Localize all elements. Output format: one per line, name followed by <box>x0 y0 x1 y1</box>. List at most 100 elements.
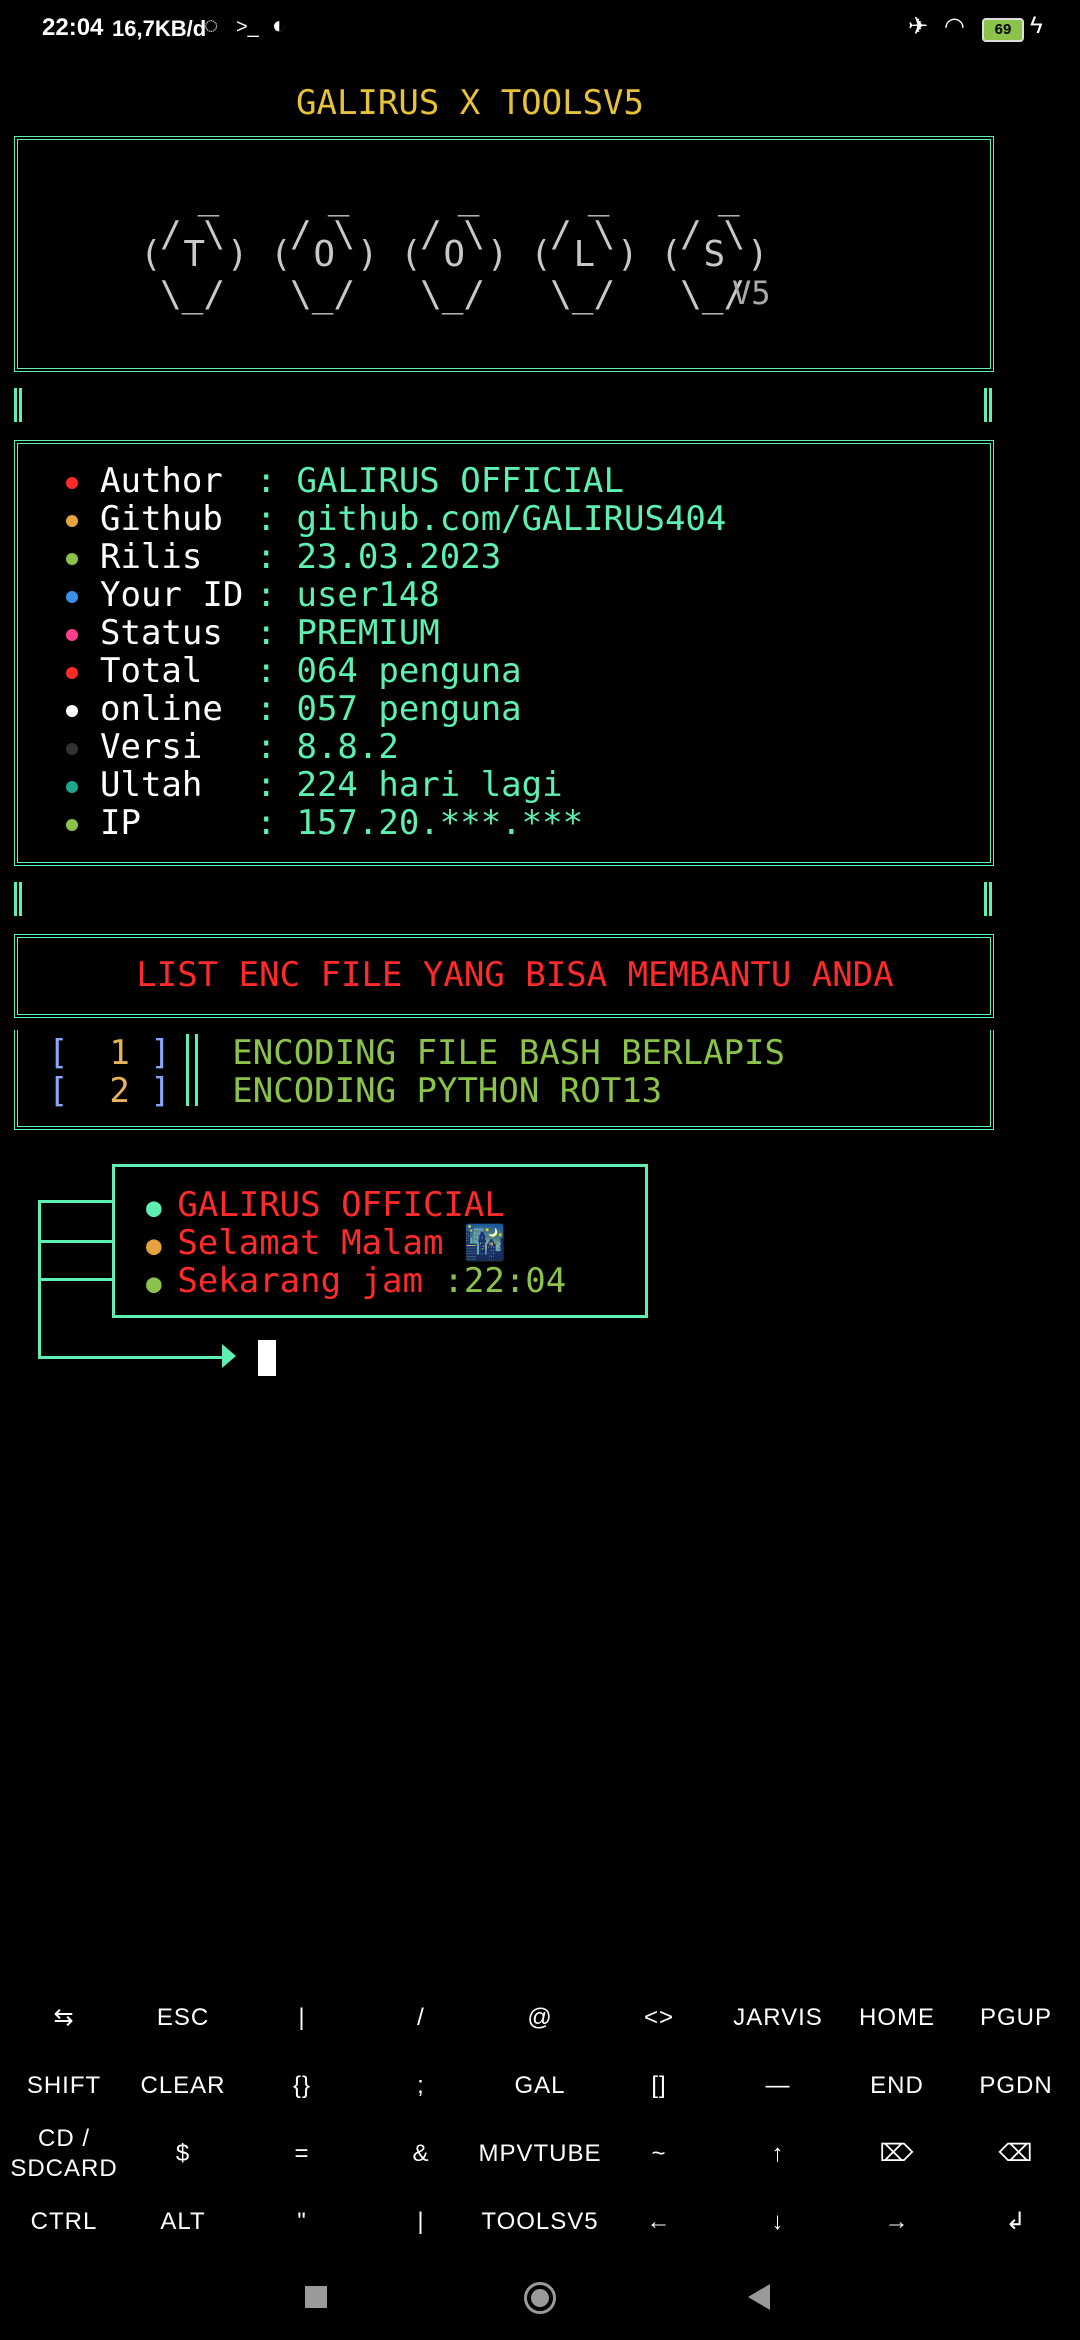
whatsapp-icon: ◌ <box>204 12 219 39</box>
bullet-icon <box>66 552 78 565</box>
info-separator: : <box>256 575 277 615</box>
extra-key[interactable]: MPVTUBE <box>479 2120 601 2188</box>
extra-key[interactable]: | <box>361 2188 481 2256</box>
extra-key[interactable]: = <box>242 2120 362 2188</box>
info-separator: : <box>256 803 277 843</box>
extra-key[interactable]: / <box>361 1984 481 2052</box>
recent-apps-icon[interactable] <box>305 2286 327 2308</box>
extra-key[interactable]: [] <box>599 2052 719 2120</box>
frame-connector <box>14 882 22 916</box>
menu-item[interactable]: [ 1 ] ENCODING FILE BASH BERLAPIS <box>48 1034 785 1072</box>
charging-icon: ϟ <box>1030 12 1043 39</box>
frame-connector <box>984 882 992 916</box>
battery-icon: 69 <box>982 18 1024 42</box>
info-row: Status: PREMIUM <box>66 614 440 652</box>
terminal-icon: >_ <box>236 16 259 38</box>
extra-key[interactable]: ⇆ <box>4 1984 124 2052</box>
extra-key[interactable]: ← <box>599 2188 719 2256</box>
info-row: Ultah:224 hari lagi <box>66 766 563 804</box>
info-separator: : <box>256 499 277 539</box>
info-label: Github <box>100 499 223 539</box>
info-value: 057 penguna <box>296 689 522 729</box>
extra-key[interactable]: ↲ <box>956 2188 1076 2256</box>
menu-number: 1 <box>109 1033 130 1073</box>
info-value: user148 <box>296 575 440 615</box>
extra-key[interactable]: HOME <box>837 1984 957 2052</box>
extra-key[interactable]: PGUP <box>956 1984 1076 2052</box>
info-label: Ultah <box>100 765 203 805</box>
info-label: IP <box>100 803 141 843</box>
extra-key[interactable]: ⌫ <box>956 2120 1076 2188</box>
extra-key[interactable]: ESC <box>123 1984 243 2052</box>
airplane-icon: ✈ <box>908 13 929 40</box>
info-value: 157.20.***.*** <box>296 803 584 843</box>
info-separator: : <box>256 689 277 729</box>
info-value: PREMIUM <box>296 613 440 653</box>
info-value: 8.8.2 <box>296 727 399 767</box>
extra-key[interactable]: " <box>242 2188 362 2256</box>
logo-line: \_/ \_/ \_/ \_/ \_/ <box>160 274 746 315</box>
extra-key[interactable]: ~ <box>599 2120 719 2188</box>
wifi-icon: ◠ <box>944 13 965 40</box>
extra-key[interactable]: TOOLSV5 <box>480 2188 600 2256</box>
menu-item[interactable]: [ 2 ] ENCODING PYTHON ROT13 <box>48 1072 662 1110</box>
info-row: Rilis:23.03.2023 <box>66 538 501 576</box>
extra-key[interactable]: GAL <box>480 2052 600 2120</box>
logo-line: _ _ _ _ _ <box>176 176 740 217</box>
back-icon[interactable] <box>748 2284 770 2310</box>
greeting-line: ● Sekarang jam :22:04 <box>146 1261 567 1301</box>
extra-key[interactable]: END <box>837 2052 957 2120</box>
extra-key[interactable]: CD / SDCARD <box>4 2120 124 2188</box>
bullet-icon <box>66 628 78 641</box>
bullet-icon <box>66 476 78 489</box>
info-value: GALIRUS OFFICIAL <box>296 461 624 501</box>
info-label: online <box>100 689 223 729</box>
info-row: Github: github.com/GALIRUS404 <box>66 500 726 538</box>
extra-key[interactable]: SHIFT <box>4 2052 124 2120</box>
extra-key[interactable]: <> <box>599 1984 719 2052</box>
menu-text: ENCODING FILE BASH BERLAPIS <box>232 1033 785 1073</box>
extra-key[interactable]: PGDN <box>956 2052 1076 2120</box>
bullet-icon <box>66 742 78 755</box>
extra-key[interactable]: ⌦ <box>837 2120 957 2188</box>
extra-keys-bar: ⇆ ESC | / @ <> JARVIS HOME PGUP SHIFT CLEAR{}; GAL[… <box>0 1984 1080 2256</box>
extra-key[interactable]: — <box>718 2052 838 2120</box>
extra-key[interactable]: ; <box>361 2052 481 2120</box>
info-value: 064 penguna <box>296 651 522 691</box>
network-speed: 16,7KB/d <box>112 16 207 41</box>
extra-key[interactable]: CTRL <box>4 2188 124 2256</box>
frame-connector <box>984 388 992 422</box>
info-row: IP:157.20.***.*** <box>66 804 583 842</box>
info-separator: : <box>256 651 277 691</box>
extra-key[interactable]: → <box>837 2188 957 2256</box>
info-row: Total:064 penguna <box>66 652 522 690</box>
extra-key[interactable]: $ <box>123 2120 243 2188</box>
info-separator: : <box>256 727 277 767</box>
frame-connector <box>14 388 22 422</box>
extra-key[interactable]: & <box>361 2120 481 2188</box>
extra-key[interactable]: CLEAR <box>123 2052 243 2120</box>
extra-key[interactable]: {} <box>242 2052 362 2120</box>
tree-branch <box>38 1240 114 1243</box>
extra-key[interactable]: | <box>242 1984 362 2052</box>
extra-key[interactable]: ↑ <box>718 2120 838 2188</box>
greeting-line: ● Selamat Malam 🌃 <box>146 1223 507 1263</box>
extra-key[interactable]: JARVIS <box>718 1984 838 2052</box>
info-row: Versi:8.8.2 <box>66 728 399 766</box>
terminal-cursor[interactable] <box>258 1340 276 1376</box>
logo-version: V5 <box>732 274 771 312</box>
extra-key[interactable]: @ <box>480 1984 600 2052</box>
compass-icon: ◐ <box>272 12 287 39</box>
info-label: Versi <box>100 727 203 767</box>
info-row: Author: GALIRUS OFFICIAL <box>66 462 624 500</box>
prompt-arrow-line <box>38 1356 224 1359</box>
status-time: 22:04 <box>42 14 104 41</box>
extra-key[interactable]: ALT <box>123 2188 243 2256</box>
menu-text: ENCODING PYTHON ROT13 <box>232 1071 663 1111</box>
extra-key[interactable]: ↓ <box>718 2188 838 2256</box>
info-separator: : <box>256 537 277 577</box>
logo-letters: ( T ) ( O ) ( O ) ( L ) ( S ) <box>140 234 769 275</box>
info-label: Your ID <box>100 575 244 615</box>
tool-title: GALIRUS X TOOLSV5 <box>296 83 644 123</box>
greeting-line: ● GALIRUS OFFICIAL <box>146 1185 505 1225</box>
